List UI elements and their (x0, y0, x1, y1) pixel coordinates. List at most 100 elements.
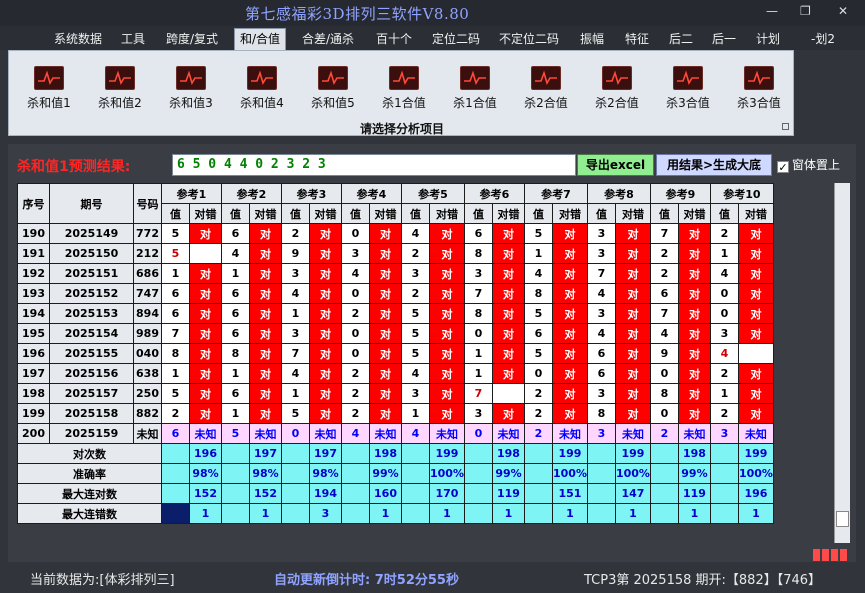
stats-value: 198 (491, 443, 525, 464)
toolbar-button-label: 杀3合值 (666, 96, 710, 110)
toolbar-button-label: 杀2合值 (524, 96, 568, 110)
status-ok: 对 (491, 343, 525, 364)
menu-features[interactable]: 特征 (620, 29, 654, 49)
stats-value: 199 (429, 443, 465, 464)
menu-tools[interactable]: 工具 (116, 29, 150, 49)
value-subheader: 值 (221, 203, 250, 224)
status-ok: 对 (189, 303, 222, 324)
toolbar-button-6[interactable]: 杀1合值 (372, 66, 436, 114)
toolbar-button-label: 杀3合值 (737, 96, 781, 110)
value-subheader: 值 (463, 203, 493, 224)
status-ok: 对 (189, 363, 222, 384)
menu-amplitude[interactable]: 振幅 (575, 29, 609, 49)
ref-header: 参考1 (161, 183, 222, 204)
toolbar-button-label: 杀1合值 (453, 96, 497, 110)
toolbar-button-7[interactable]: 杀1合值 (443, 66, 507, 114)
ref-value: 3 (463, 403, 493, 424)
checkbox-check-icon[interactable]: ✓ (777, 161, 789, 173)
scrollbar-thumb[interactable] (836, 511, 849, 527)
table-row: 196 2025155 040 8 对 8 对 7 对 0 对 5 对 1 对 5 对 6 对 9 对 4 (17, 343, 774, 364)
ref-value: 5 (161, 223, 190, 244)
status-ok: 对 (737, 303, 774, 324)
ref-value: 0 (523, 363, 553, 384)
toolbar-button-5[interactable]: 杀和值5 (301, 66, 365, 114)
ref-value: 4 (709, 263, 739, 284)
row-seq: 195 (17, 323, 50, 344)
status-ok: 对 (369, 303, 402, 324)
vertical-scrollbar[interactable] (834, 183, 850, 543)
status-subheader: 对错 (551, 203, 588, 224)
menu-hundreds-tens-ones[interactable]: 百十个 (371, 29, 417, 49)
menu-unfixed-two[interactable]: 不定位二码 (494, 29, 564, 49)
status-miss (737, 343, 774, 364)
predicted-value: 2 (523, 423, 553, 444)
toolbar-button-1[interactable]: 杀和值1 (17, 66, 81, 114)
menu-last-one[interactable]: 后一 (707, 29, 741, 49)
menu-plan-2[interactable]: -划2 (806, 29, 840, 49)
result-field[interactable]: 6 5 0 4 4 0 2 3 2 3 (172, 154, 576, 176)
generate-base-button[interactable]: 用结果>生成大底 (656, 154, 772, 176)
status-ok: 对 (369, 343, 402, 364)
ref-value: 6 (221, 303, 250, 324)
status-ok: 对 (309, 223, 342, 244)
stats-value: 198 (369, 443, 402, 464)
value-subheader: 值 (341, 203, 370, 224)
stats-spacer (523, 443, 553, 464)
stats-spacer (401, 443, 430, 464)
ref-value: 2 (709, 403, 739, 424)
ref-value: 6 (221, 223, 250, 244)
toolbar-button-8[interactable]: 杀2合值 (514, 66, 578, 114)
menu-system-data[interactable]: 系统数据 (49, 29, 107, 49)
menu-sum-value[interactable]: 和/合值 (234, 28, 287, 50)
toolbar-button-label: 杀和值1 (27, 96, 71, 110)
ref-value: 2 (523, 403, 553, 424)
maximize-icon[interactable]: ❐ (800, 4, 811, 18)
toolbar-button-11[interactable]: 杀3合值 (727, 66, 791, 114)
prediction-table: 序号 期号 号码 参考1 参考2 参考3 参考4 参考5 参考6 参考7 参考8 参考9 参考10 值对错… (17, 183, 774, 524)
table-row: 199 2025158 882 2 对 1 对 5 对 2 对 1 对 3 对 2 对 8 对 0 对 2 对 (17, 403, 774, 424)
stats-row: 最大连错数 1 1 3 1 1 1 1 1 1 1 (17, 503, 774, 524)
toolbar-button-10[interactable]: 杀3合值 (656, 66, 720, 114)
ref-value: 6 (221, 323, 250, 344)
predicted-value: 6 (161, 423, 190, 444)
menu-fixed-two[interactable]: 定位二码 (427, 29, 485, 49)
row-seq: 191 (17, 243, 50, 264)
minimize-icon[interactable]: — (766, 4, 778, 18)
toolbar-button-2[interactable]: 杀和值2 (88, 66, 152, 114)
chart-line-icon (744, 66, 774, 90)
menu-span-compound[interactable]: 跨度/复式 (161, 29, 223, 49)
ref-value: 2 (341, 303, 370, 324)
prediction-row: 200 2025159 未知 6 未知 5 未知 0 未知 4 未知 4 未知 0 未知 2 未知 3 未知 2 未知 3… (17, 423, 774, 444)
ref-value: 3 (709, 323, 739, 344)
menu-last-two[interactable]: 后二 (664, 29, 698, 49)
status-ok: 对 (677, 323, 711, 344)
stats-spacer (586, 463, 616, 484)
status-ok: 对 (677, 383, 711, 404)
stats-row: 对次数 196 197 197 198 199 198 199 199 198 199 (17, 443, 774, 464)
status-ok: 对 (189, 323, 222, 344)
stats-value: 1 (189, 503, 222, 524)
predicted-status: 未知 (249, 423, 282, 444)
toolbar-button-3[interactable]: 杀和值3 (159, 66, 223, 114)
ref-value: 6 (586, 343, 616, 364)
menu-plan[interactable]: 计划 (751, 29, 785, 49)
predicted-value: 2 (649, 423, 679, 444)
status-ok: 对 (249, 343, 282, 364)
group-options-icon[interactable] (782, 123, 789, 130)
status-ok: 对 (677, 243, 711, 264)
status-ok: 对 (369, 243, 402, 264)
ref-value: 8 (221, 343, 250, 364)
table-row: 194 2025153 894 6 对 6 对 1 对 2 对 5 对 8 对 5 对 3 对 7 对 0 对 (17, 303, 774, 324)
topmost-checkbox[interactable]: ✓ 窗体置上 (777, 156, 840, 173)
progress-indicator (813, 546, 851, 561)
ref-value: 4 (401, 223, 430, 244)
status-ok: 对 (309, 303, 342, 324)
close-icon[interactable]: ✕ (838, 4, 848, 18)
stats-value: 119 (677, 483, 711, 504)
stats-value: 197 (249, 443, 282, 464)
export-excel-button[interactable]: 导出excel (577, 154, 654, 176)
menu-diff-kill[interactable]: 合差/通杀 (297, 29, 359, 49)
toolbar-button-4[interactable]: 杀和值4 (230, 66, 294, 114)
status-ok: 对 (737, 263, 774, 284)
toolbar-button-9[interactable]: 杀2合值 (585, 66, 649, 114)
